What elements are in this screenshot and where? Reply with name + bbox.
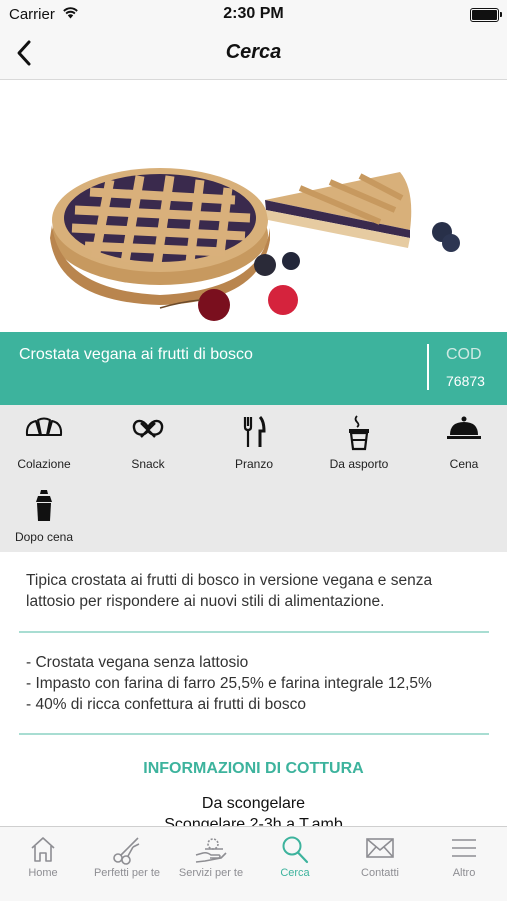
moment-cena[interactable]: Cena [414,405,507,471]
moment-label: Cena [449,457,479,471]
tab-cerca[interactable]: Cerca [253,827,337,901]
menu-icon [452,839,476,857]
product-description: Tipica crostata ai frutti di bosco in ve… [26,570,486,612]
divider [19,733,489,735]
tart-illustration [50,168,460,321]
envelope-icon [366,838,394,858]
moment-label: Pranzo [234,457,274,471]
feature-item: - Crostata vegana senza lattosio [26,654,249,671]
cooking-info-title: INFORMAZIONI DI COTTURA [143,760,364,777]
consumption-moments: Colazione Snack Pranzo Da asporto Cena D… [0,405,507,552]
product-code-label: COD [446,346,482,363]
moment-label: Snack [131,457,165,471]
moment-label: Da asporto [329,457,389,471]
tab-perfetti-per-te[interactable]: Perfetti per te [85,827,169,901]
tab-label: Altro [452,867,476,879]
description-line: lattosio per rispondere ai nuovi stili d… [26,593,385,610]
moment-snack[interactable]: Snack [98,405,198,471]
divider [19,631,489,633]
shaker-icon [36,490,52,521]
page-title: Cerca [225,41,282,63]
tab-contatti[interactable]: Contatti [338,827,422,901]
tab-altro[interactable]: Altro [422,827,506,901]
takeaway-cup-icon [349,415,369,451]
tab-servizi-per-te[interactable]: Servizi per te [169,827,253,901]
product-header: Crostata vegana ai frutti di bosco COD 7… [0,332,507,405]
moment-label: Colazione [17,457,71,471]
product-name: Crostata vegana ai frutti di bosco [19,346,253,363]
feature-item: - Impasto con farina di farro 25,5% e fa… [26,675,432,692]
battery-icon [470,8,502,22]
moment-label: Dopo cena [14,530,74,544]
service-hand-icon [195,838,227,863]
moment-colazione[interactable]: Colazione [0,405,94,471]
scissors-icon [113,837,140,865]
moment-dopo-cena[interactable]: Dopo cena [0,478,94,544]
description-line: Tipica crostata ai frutti di bosco in ve… [26,572,433,589]
search-icon [282,836,309,864]
croissant-icon [25,417,63,436]
moment-da-asporto[interactable]: Da asporto [309,405,409,471]
product-image [0,80,507,332]
feature-list: - Crostata vegana senza lattosio - Impas… [26,652,496,715]
moment-pranzo[interactable]: Pranzo [204,405,304,471]
divider [427,344,429,390]
pretzel-icon [132,419,164,438]
feature-item: - 40% di ricca confettura ai frutti di b… [26,696,306,713]
tab-home[interactable]: Home [1,827,85,901]
status-bar: Carrier 2:30 PM [0,0,507,28]
product-code-value: 76873 [446,373,485,389]
cutlery-icon [243,415,266,447]
clock: 2:30 PM [223,5,284,22]
home-icon [31,837,55,862]
cloche-icon [447,416,481,439]
cooking-info-line: Da scongelare [201,795,306,812]
tab-bar: Home Perfetti per te Servizi per te Cerc… [0,826,507,901]
navigation-bar: Cerca [0,28,507,80]
